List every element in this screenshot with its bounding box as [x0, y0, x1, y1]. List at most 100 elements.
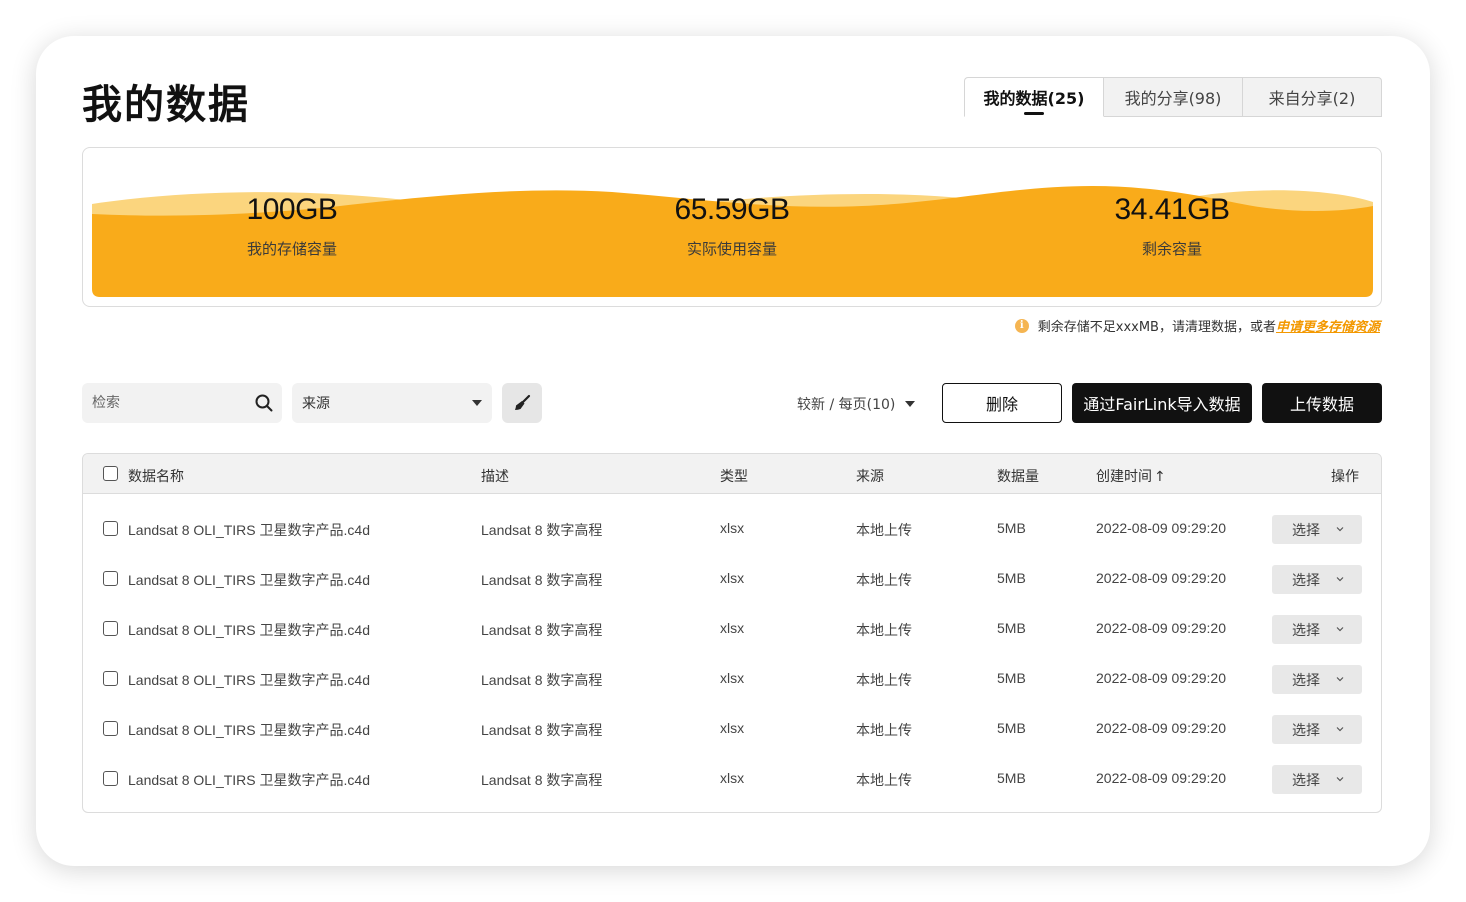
header-type: 类型: [720, 469, 748, 485]
stat-remaining: 34.41GB 剩余容量: [1022, 192, 1322, 259]
row-action-select[interactable]: 选择: [1272, 665, 1362, 694]
search-input[interactable]: [82, 383, 242, 423]
source-select[interactable]: 来源: [292, 383, 492, 423]
select-all-checkbox[interactable]: [103, 466, 118, 481]
cell-source: 本地上传: [856, 772, 912, 788]
header-name: 数据名称: [128, 469, 184, 485]
row-action-label: 选择: [1292, 572, 1320, 589]
cell-time: 2022-08-09 09:29:20: [1096, 670, 1226, 686]
row-action-select[interactable]: 选择: [1272, 515, 1362, 544]
chevron-down-icon: [1336, 527, 1344, 532]
cell-time: 2022-08-09 09:29:20: [1096, 570, 1226, 586]
tab-my-shares[interactable]: 我的分享(98): [1104, 77, 1243, 117]
cell-time: 2022-08-09 09:29:20: [1096, 520, 1226, 536]
cell-name: Landsat 8 OLI_TIRS 卫星数字产品.c4d: [128, 522, 370, 538]
row-checkbox[interactable]: [103, 521, 118, 536]
header-op: 操作: [1331, 469, 1359, 485]
tab-my-data[interactable]: 我的数据(25): [964, 77, 1104, 117]
clear-filter-button[interactable]: [502, 383, 542, 423]
cell-desc: Landsat 8 数字高程: [481, 722, 603, 738]
row-action-label: 选择: [1292, 722, 1320, 739]
stat-remaining-label: 剩余容量: [1141, 240, 1202, 258]
sort-page-select[interactable]: 较新 / 每页(10): [797, 394, 916, 414]
caret-down-icon: [905, 401, 916, 407]
cell-name: Landsat 8 OLI_TIRS 卫星数字产品.c4d: [128, 722, 370, 738]
source-select-value: 来源: [302, 396, 330, 412]
cell-desc: Landsat 8 数字高程: [481, 622, 603, 638]
cell-source: 本地上传: [856, 522, 912, 538]
chevron-down-icon: [1336, 727, 1344, 732]
table-body: Landsat 8 OLI_TIRS 卫星数字产品.c4d Landsat 8 …: [83, 494, 1381, 804]
row-checkbox[interactable]: [103, 571, 118, 586]
notice-text: 剩余存储不足xxxMB，请清理数据，或者: [1037, 320, 1276, 335]
cell-size: 5MB: [997, 520, 1026, 536]
header-time-label: 创建时间: [1096, 469, 1152, 485]
cell-desc: Landsat 8 数字高程: [481, 522, 603, 538]
cell-time: 2022-08-09 09:29:20: [1096, 770, 1226, 786]
stat-used-label: 实际使用容量: [686, 240, 777, 258]
header-created-time[interactable]: 创建时间 ↑: [1096, 466, 1166, 486]
cell-source: 本地上传: [856, 672, 912, 688]
cell-type: xlsx: [720, 520, 745, 536]
row-checkbox[interactable]: [103, 621, 118, 636]
row-checkbox[interactable]: [103, 721, 118, 736]
header-size: 数据量: [997, 469, 1039, 485]
tab-bar: 我的数据(25) 我的分享(98) 来自分享(2): [964, 77, 1382, 117]
stat-total-value: 100GB: [246, 193, 338, 226]
stat-used-value: 65.59GB: [674, 193, 790, 226]
search-icon[interactable]: [255, 394, 273, 412]
search-box: [82, 383, 282, 423]
delete-button[interactable]: 删除: [942, 383, 1062, 423]
table-row: Landsat 8 OLI_TIRS 卫星数字产品.c4d Landsat 8 …: [83, 604, 1381, 654]
storage-notice: i 剩余存储不足xxxMB，请清理数据，或者 申请更多存储资源: [1014, 316, 1380, 335]
import-fairlink-button[interactable]: 通过FairLink导入数据: [1072, 383, 1252, 423]
upload-data-button[interactable]: 上传数据: [1262, 383, 1382, 423]
cell-desc: Landsat 8 数字高程: [481, 772, 603, 788]
cell-size: 5MB: [997, 620, 1026, 636]
cell-name: Landsat 8 OLI_TIRS 卫星数字产品.c4d: [128, 672, 370, 688]
sort-arrow-up-icon: ↑: [1154, 469, 1166, 485]
row-action-select[interactable]: 选择: [1272, 615, 1362, 644]
sort-page-label: 较新 / 每页(10): [797, 397, 896, 413]
row-checkbox[interactable]: [103, 671, 118, 686]
cell-size: 5MB: [997, 570, 1026, 586]
table-row: Landsat 8 OLI_TIRS 卫星数字产品.c4d Landsat 8 …: [83, 654, 1381, 704]
row-checkbox[interactable]: [103, 771, 118, 786]
row-action-label: 选择: [1292, 672, 1320, 689]
cell-source: 本地上传: [856, 572, 912, 588]
tab-shared-with-me[interactable]: 来自分享(2): [1243, 77, 1382, 117]
stat-total: 100GB 我的存储容量: [142, 192, 442, 259]
cell-name: Landsat 8 OLI_TIRS 卫星数字产品.c4d: [128, 572, 370, 588]
row-action-select[interactable]: 选择: [1272, 765, 1362, 794]
chevron-down-icon: [1336, 777, 1344, 782]
row-action-select[interactable]: 选择: [1272, 565, 1362, 594]
cell-desc: Landsat 8 数字高程: [481, 572, 603, 588]
table-row: Landsat 8 OLI_TIRS 卫星数字产品.c4d Landsat 8 …: [83, 554, 1381, 604]
table-row: Landsat 8 OLI_TIRS 卫星数字产品.c4d Landsat 8 …: [83, 704, 1381, 754]
cell-desc: Landsat 8 数字高程: [481, 672, 603, 688]
stat-used: 65.59GB 实际使用容量: [582, 192, 882, 259]
cell-name: Landsat 8 OLI_TIRS 卫星数字产品.c4d: [128, 622, 370, 638]
chevron-down-icon: [1336, 677, 1344, 682]
page-title: 我的数据: [82, 82, 250, 128]
cell-time: 2022-08-09 09:29:20: [1096, 720, 1226, 736]
cell-source: 本地上传: [856, 622, 912, 638]
request-storage-link[interactable]: 申请更多存储资源: [1276, 316, 1380, 335]
cell-source: 本地上传: [856, 722, 912, 738]
chevron-down-icon: [1336, 577, 1344, 582]
chevron-down-icon: [1336, 627, 1344, 632]
cell-size: 5MB: [997, 720, 1026, 736]
info-icon: i: [1014, 318, 1029, 333]
row-action-select[interactable]: 选择: [1272, 715, 1362, 744]
data-table: 数据名称 描述 类型 来源 数据量 创建时间 ↑ 操作 Landsat 8 OLI…: [82, 453, 1382, 813]
cell-type: xlsx: [720, 570, 745, 586]
cell-type: xlsx: [720, 620, 745, 636]
stat-total-label: 我的存储容量: [246, 240, 337, 258]
cell-size: 5MB: [997, 770, 1026, 786]
table-header: 数据名称 描述 类型 来源 数据量 创建时间 ↑ 操作: [83, 454, 1381, 494]
caret-down-icon: [472, 400, 482, 406]
header-source: 来源: [856, 469, 884, 485]
table-row: Landsat 8 OLI_TIRS 卫星数字产品.c4d Landsat 8 …: [83, 504, 1381, 554]
header-desc: 描述: [481, 469, 509, 485]
cell-size: 5MB: [997, 670, 1026, 686]
